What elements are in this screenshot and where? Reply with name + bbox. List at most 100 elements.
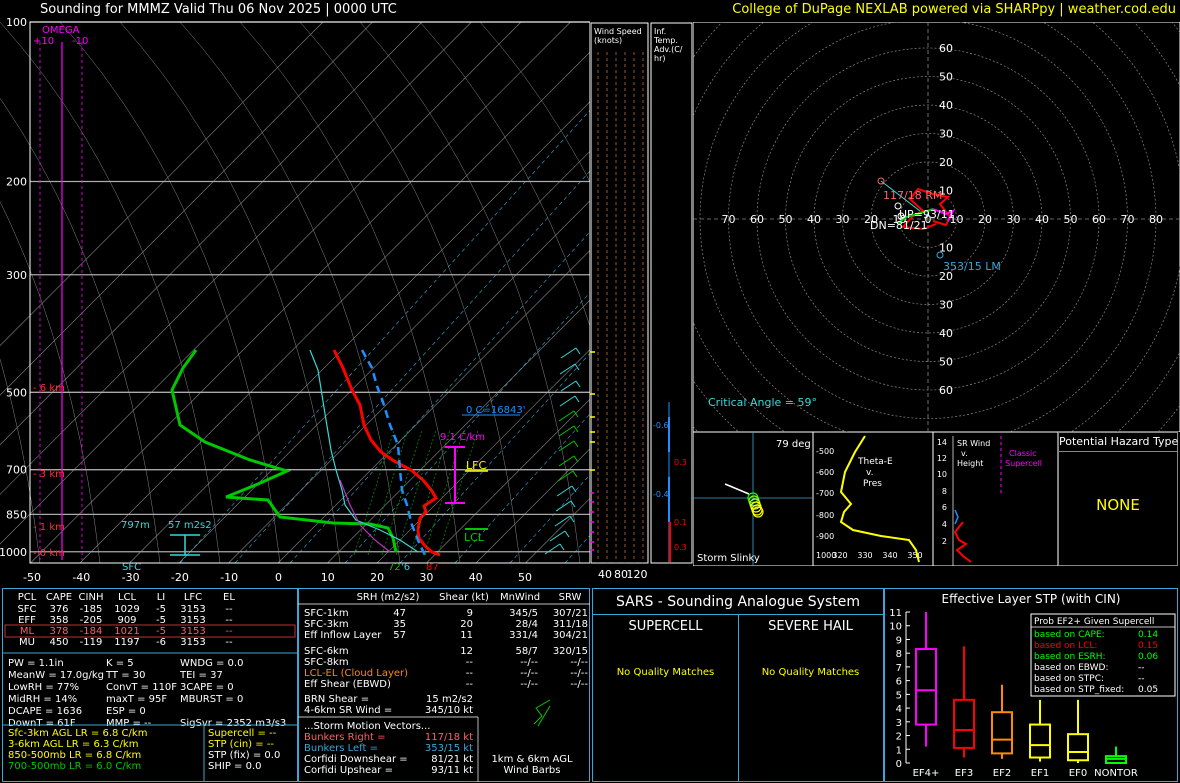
hodograph-ring-label-s: 30 [939,299,953,312]
parcel-cell: -184 [80,626,103,637]
theta-e-pressure-tick: -900 [816,532,834,541]
parcel-cell: EFF [18,615,36,626]
rm-label: 117/18 RM [883,189,942,202]
prob-row-value: 0.14 [1138,630,1158,640]
pressure-tick: 300 [6,269,27,282]
sounding-display: Sounding for MMMZ Valid Thu 06 Nov 2025 … [0,0,1180,783]
sr-wind-height-tick: 8 [942,487,947,496]
temp-adv-label: 0.3 [674,458,687,467]
hodograph-ring-label-n: 50 [939,71,953,84]
kinematic-srw: 307/21 [553,608,588,619]
hail-no-matches: No Quality Matches [761,667,860,678]
stp-category-label: EF3 [955,768,973,779]
temp-tick: -50 [23,571,41,584]
temp-tick: 40 [469,571,483,584]
sr-wind-height-tick: 10 [937,470,947,479]
sr-wind-profile [953,521,972,563]
stp-y-tick: 11 [889,608,902,619]
parcel-cell: 3153 [180,637,205,648]
kinematic-row-label: SFC-1km [304,608,349,619]
stp-y-tick: 2 [896,732,902,743]
omega-tick: -10 [72,36,88,47]
stp-y-tick: 9 [896,635,902,646]
height-label: - 6 km [33,383,65,394]
kinematic-shear: 12 [460,646,473,657]
hodograph-x-tick: 80 [1149,213,1163,226]
eff-inflow-srh-label: 57 m2s2 [168,520,212,531]
corfidi-down-value: 81/21 kt [431,754,473,765]
stp-category-label: EF2 [993,768,1011,779]
parcel-table: PCL CAPE CINH LCL LI LFC EL SFC 376 -185 1029 -5 315… [2,592,298,782]
wind-speed-tick: 120 [627,568,648,581]
temp-adv-label: -0.4 [653,490,669,499]
eff-inflow-top-label: 797m [121,520,150,531]
sr-wind-profile-upper [954,509,959,525]
parcel-cell: -119 [80,637,103,648]
sfc-dewpoint-label: 72 [388,562,401,573]
lm-label: 353/15 LM [943,260,1001,273]
barb-6km [537,705,551,727]
parcel-cell: -185 [80,604,103,615]
stp-category-label: EF4+ [913,768,940,779]
barbs-caption-1: 1km & 6km AGL [491,754,573,765]
prob-row-label: based on STP_fixed: [1034,685,1124,695]
theta-e-title-2: v. [866,468,874,478]
stp-box [915,648,937,726]
theta-e-x-tick: 340 [882,551,897,560]
hodograph-x-tick: 20 [978,213,992,226]
kinematic-shear: 9 [467,608,473,619]
sr-wind-46-label: 4-6km SR Wind = [304,705,392,716]
kinematic-srw: --/-- [570,679,588,690]
parcel-cell: -6 [156,637,166,648]
kinematic-row-label: Eff Shear (EBWD) [304,679,391,690]
brn-shear-label: BRN Shear = [304,694,369,705]
storm-slinky-panel: 79 deg Storm Slinky [693,432,813,566]
skewt-frame [29,21,590,564]
height-label: - 0 km [33,548,65,559]
hodograph-frame [693,22,1180,432]
index-col1: LowRH = 77% [8,682,79,693]
sr-wind-title-1: SR Wind [957,439,990,448]
lapse-rate-line: 700-500mb LR = 6.0 C/km [8,761,141,772]
kinematic-row-label: SFC-3km [304,619,349,630]
theta-e-x-tick: 330 [857,551,872,560]
brn-shear-value: 15 m2/s2 [426,694,473,705]
corfidi-up-value: 93/11 kt [431,765,473,776]
corfidi-up-label: Corfidi Upshear = [304,765,393,776]
index-col3: 3CAPE = 0 [180,682,234,693]
stp-y-tick: 5 [896,690,902,701]
temp-adv-frame [650,22,693,564]
prob-row-value: -- [1138,674,1145,684]
prob-row-label: based on STPC: [1034,674,1104,684]
freezing-level-label: 0 C=16843' [466,405,525,416]
kinematic-srw: 320/15 [553,646,588,657]
index-col2: K = 5 [106,658,134,669]
sr-wind-classic-1: Classic [1009,449,1037,458]
hodograph-x-tick: 70 [722,213,736,226]
prob-row-value: 0.06 [1138,652,1158,662]
kinematic-shear: -- [466,679,474,690]
storm-motion-heading: ...Storm Motion Vectors... [304,721,430,732]
index-col2: ESP = 0 [106,706,146,717]
kinematic-srh: 57 [393,630,406,641]
parcel-header: EL [223,592,235,603]
temp-tick: 50 [518,571,532,584]
parcel-header: CAPE [46,592,72,603]
theta-e-pressure-tick: -800 [816,511,834,520]
lapse-rate-label: 9.1 C/km [440,432,485,443]
prob-row-label: based on EBWD: [1034,663,1109,673]
hodograph-ring-label-s: 40 [939,327,953,340]
index-col3: TEI = 37 [179,670,223,681]
barb-1km [533,699,551,725]
index-col1: MeanW = 17.0g/kg [8,670,104,681]
hodograph-ring-label-n: 20 [939,156,953,169]
slinky-tilt-line [724,483,750,495]
slinky-title: Storm Slinky [697,553,760,564]
sr-wind-height-tick: 4 [942,520,947,529]
hodograph-ring-label-s: 60 [939,384,953,397]
kinematic-srw: 311/18 [553,619,588,630]
parcel-cell: 1029 [114,604,139,615]
kinematic-srw: --/-- [570,657,588,668]
prob-title: Prob EF2+ Given Supercell [1034,617,1154,627]
temp-tick: 0 [275,571,282,584]
